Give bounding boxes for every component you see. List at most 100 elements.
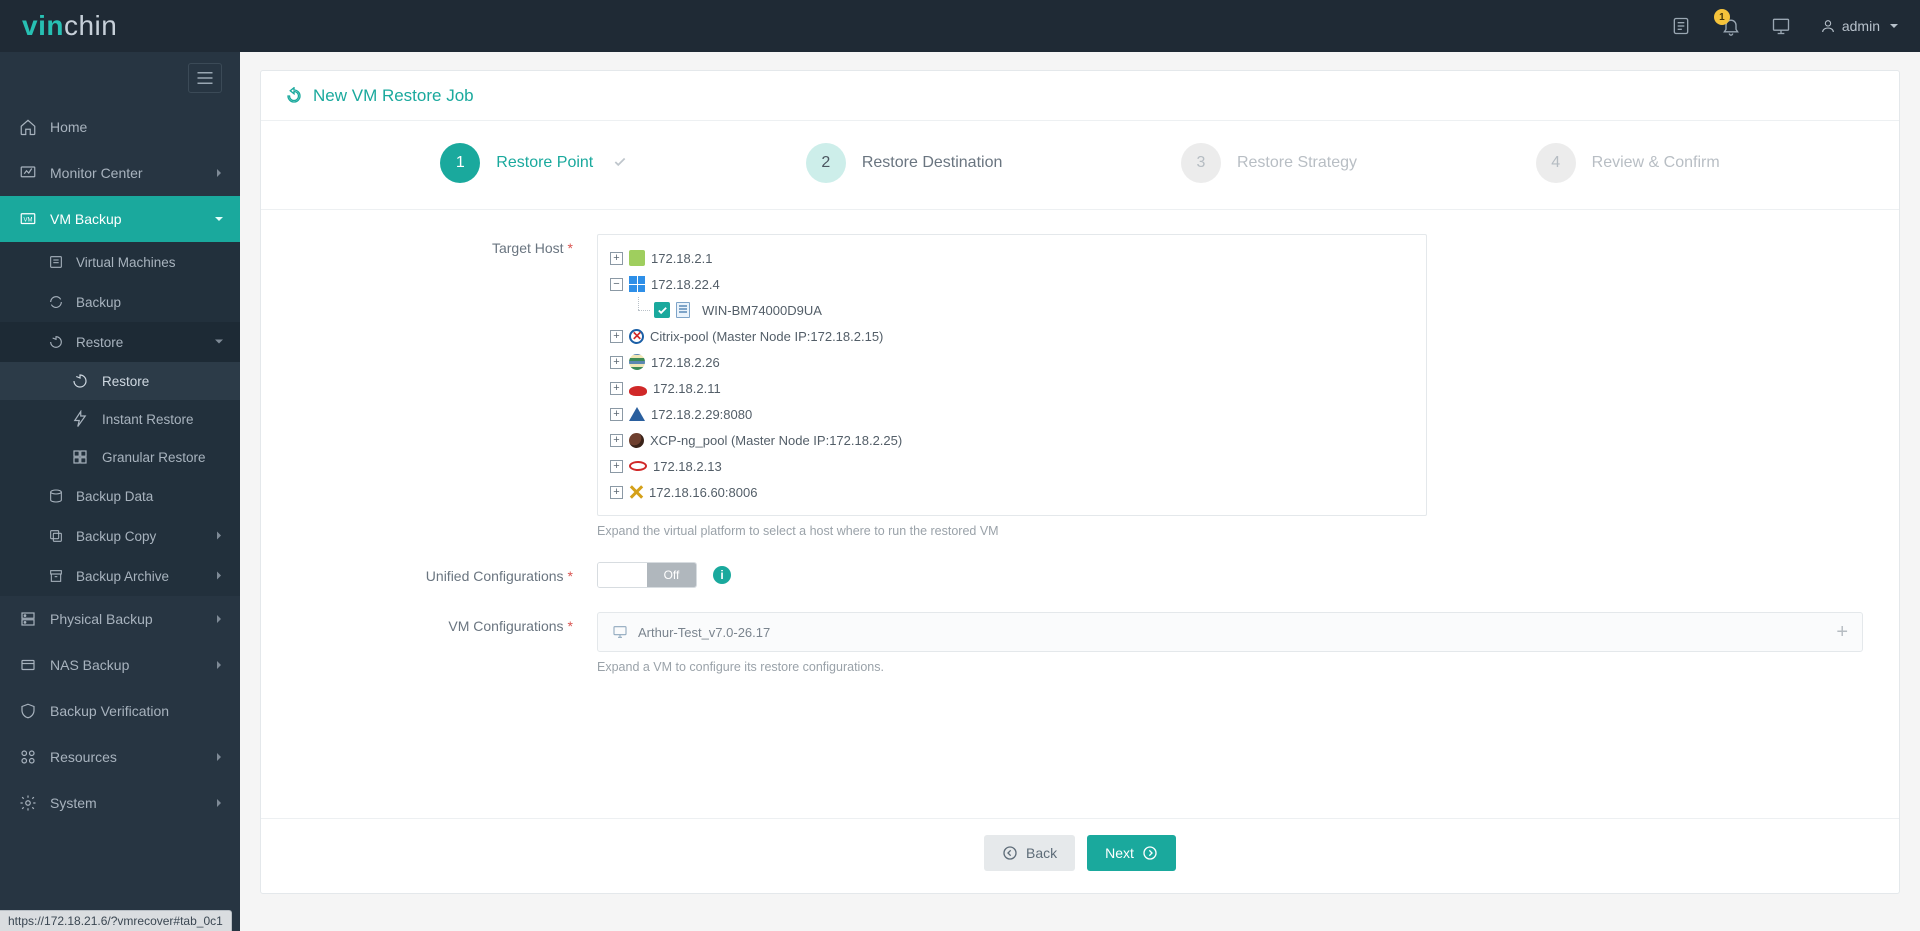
vm-name: Arthur-Test_v7.0-26.17	[638, 625, 770, 640]
expand-icon[interactable]	[610, 356, 623, 369]
expand-icon[interactable]	[610, 330, 623, 343]
expand-plus-icon[interactable]: +	[1836, 621, 1848, 644]
wizard-steps: 1 Restore Point 2 Restore Destination 3 …	[261, 121, 1899, 210]
expand-icon[interactable]	[610, 460, 623, 473]
sidebar: Home Monitor Center VM VM Backup Virtual…	[0, 52, 240, 931]
sidebar-item-vmbackup[interactable]: VM VM Backup	[0, 196, 240, 242]
step-2[interactable]: 2 Restore Destination	[806, 143, 1003, 183]
vm-icon: VM	[18, 209, 38, 229]
wizard-footer: Back Next	[261, 818, 1899, 893]
sidebar-sub-backupcopy[interactable]: Backup Copy	[0, 516, 240, 556]
tree-node[interactable]: 172.18.16.60:8006	[610, 479, 1414, 505]
step-4[interactable]: 4 Review & Confirm	[1536, 143, 1720, 183]
proxmox-icon	[629, 485, 643, 499]
tree-node[interactable]: 172.18.2.13	[610, 453, 1414, 479]
wizard-card: New VM Restore Job 1 Restore Point 2 Res…	[260, 70, 1900, 894]
node-label: Citrix-pool (Master Node IP:172.18.2.15)	[650, 329, 883, 344]
sidebar-item-verification[interactable]: Backup Verification	[0, 688, 240, 734]
row-target-host: Target Host* 172.18.2.1	[297, 234, 1863, 538]
sidebar-sub-restore[interactable]: Restore	[0, 322, 240, 362]
step-num: 2	[806, 143, 846, 183]
grid-icon	[70, 447, 90, 467]
chevron-down-icon	[211, 214, 227, 224]
label-vmconf: VM Configurations *	[297, 612, 597, 634]
sidebar-sub2-granular[interactable]: Granular Restore	[0, 438, 240, 476]
collapse-icon[interactable]	[610, 278, 623, 291]
step-3[interactable]: 3 Restore Strategy	[1181, 143, 1357, 183]
expand-icon[interactable]	[610, 252, 623, 265]
sidebar-label: Backup Copy	[76, 529, 156, 544]
node-label: XCP-ng_pool (Master Node IP:172.18.2.25)	[650, 433, 902, 448]
row-unified: Unified Configurations* Off i	[297, 562, 1863, 588]
tree-node[interactable]: 172.18.2.26	[610, 349, 1414, 375]
sidebar-label: Physical Backup	[50, 611, 153, 627]
tree-node[interactable]: Citrix-pool (Master Node IP:172.18.2.15)	[610, 323, 1414, 349]
required-mark: *	[568, 568, 573, 584]
copy-icon	[48, 526, 64, 546]
sidebar-sub2-instant[interactable]: Instant Restore	[0, 400, 240, 438]
node-label: 172.18.2.11	[653, 381, 721, 396]
label-text: VM Configurations	[448, 618, 563, 634]
sidebar-item-nas[interactable]: NAS Backup	[0, 642, 240, 688]
citrix-icon	[629, 329, 644, 344]
tree-node-child[interactable]: WIN-BM74000D9UA	[610, 297, 1414, 323]
chevron-icon	[214, 749, 224, 765]
step-1[interactable]: 1 Restore Point	[440, 143, 627, 183]
sidebar-item-monitor[interactable]: Monitor Center	[0, 150, 240, 196]
sidebar-label: Restore	[102, 374, 149, 389]
sidebar-toggle[interactable]	[188, 63, 222, 93]
vm-config-item[interactable]: Arthur-Test_v7.0-26.17 +	[597, 612, 1863, 652]
sidebar-sub-backup[interactable]: Backup	[0, 282, 240, 322]
node-label: 172.18.22.4	[651, 277, 720, 292]
sidebar-sub-backuparchive[interactable]: Backup Archive	[0, 556, 240, 596]
tree-node[interactable]: 172.18.2.11	[610, 375, 1414, 401]
tree-node[interactable]: 172.18.22.4	[610, 271, 1414, 297]
platform-icon	[629, 354, 645, 370]
step-label: Restore Destination	[862, 154, 1003, 172]
checked-icon[interactable]	[654, 302, 670, 318]
required-mark: *	[568, 618, 573, 634]
sidebar-sub-backupdata[interactable]: Backup Data	[0, 476, 240, 516]
chevron-icon	[214, 569, 224, 584]
user-menu[interactable]: admin	[1820, 18, 1902, 34]
screen-icon[interactable]	[1770, 15, 1792, 37]
nas-icon	[18, 655, 38, 675]
svg-text:VM: VM	[24, 217, 33, 223]
step-label: Review & Confirm	[1592, 154, 1720, 172]
bell-icon[interactable]: 1	[1720, 15, 1742, 37]
expand-icon[interactable]	[610, 434, 623, 447]
tree-node[interactable]: 172.18.2.1	[610, 245, 1414, 271]
refresh-icon	[48, 292, 64, 312]
tree-node[interactable]: 172.18.2.29:8080	[610, 401, 1414, 427]
back-button[interactable]: Back	[984, 835, 1075, 871]
sidebar-sub-vms[interactable]: Virtual Machines	[0, 242, 240, 282]
next-button[interactable]: Next	[1087, 835, 1176, 871]
windows-icon	[629, 276, 645, 292]
expand-icon[interactable]	[610, 408, 623, 421]
target-host-tree[interactable]: 172.18.2.1 172.18.22.4 WIN-BM74000D9UA	[597, 234, 1427, 516]
tree-node[interactable]: XCP-ng_pool (Master Node IP:172.18.2.25)	[610, 427, 1414, 453]
sidebar-label: Backup Verification	[50, 703, 169, 719]
server-icon	[18, 609, 38, 629]
label-text: Target Host	[492, 240, 564, 256]
expand-icon[interactable]	[610, 382, 623, 395]
sidebar-item-home[interactable]: Home	[0, 104, 240, 150]
unified-toggle[interactable]: Off	[597, 562, 697, 588]
sidebar-item-physical[interactable]: Physical Backup	[0, 596, 240, 642]
notes-icon[interactable]	[1670, 15, 1692, 37]
label-unified: Unified Configurations*	[297, 562, 597, 584]
vcenter-icon	[629, 250, 645, 266]
row-vmconf: VM Configurations * Arthur-Test_v7.0-26.1…	[297, 612, 1863, 674]
list-icon	[48, 252, 64, 272]
arrow-right-icon	[1142, 845, 1158, 861]
sidebar-label: Granular Restore	[102, 450, 206, 465]
sidebar-label: Restore	[76, 335, 123, 350]
step-num: 4	[1536, 143, 1576, 183]
sidebar-item-resources[interactable]: Resources	[0, 734, 240, 780]
info-icon[interactable]: i	[713, 566, 731, 584]
arrow-left-icon	[1002, 845, 1018, 861]
expand-icon[interactable]	[610, 486, 623, 499]
sidebar-item-system[interactable]: System	[0, 780, 240, 826]
check-icon	[613, 155, 627, 172]
sidebar-sub2-restore[interactable]: Restore	[0, 362, 240, 400]
